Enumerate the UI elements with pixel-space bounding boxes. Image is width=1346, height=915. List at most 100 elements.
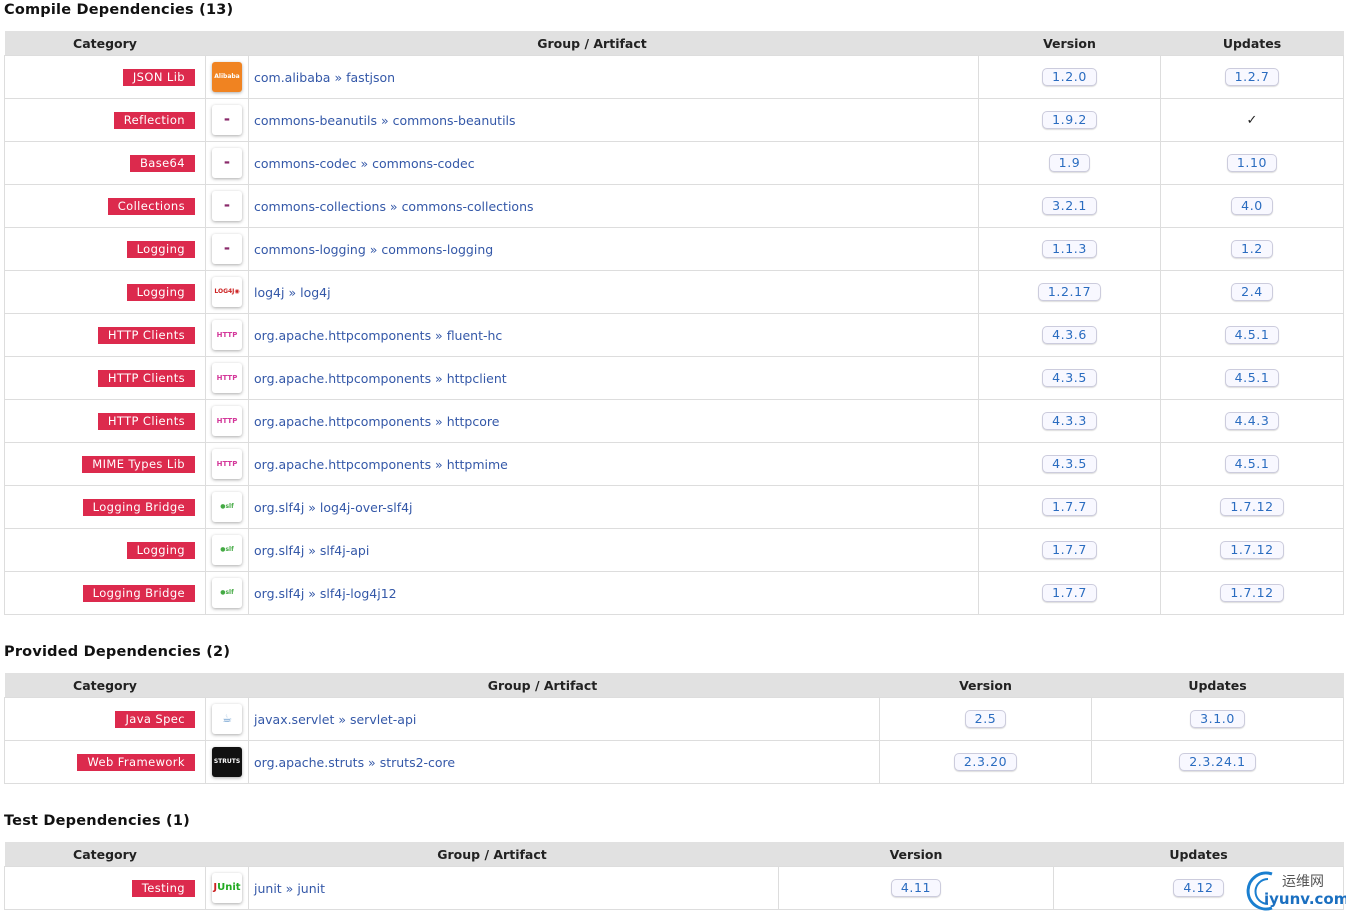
update-version-link[interactable]: 1.7.12: [1220, 541, 1284, 559]
group-link[interactable]: commons-logging: [254, 242, 366, 257]
group-link[interactable]: commons-collections: [254, 199, 386, 214]
version-link[interactable]: 1.9.2: [1042, 111, 1097, 129]
category-badge[interactable]: MIME Types Lib: [82, 455, 195, 473]
http-logo-icon[interactable]: HTTP: [205, 313, 249, 357]
category-badge[interactable]: Logging: [126, 283, 195, 301]
group-link[interactable]: org.apache.httpcomponents: [254, 457, 431, 472]
category-badge[interactable]: JSON Lib: [122, 68, 195, 86]
update-version-link[interactable]: 2.3.24.1: [1179, 753, 1256, 771]
update-version-link[interactable]: 4.4.3: [1224, 412, 1280, 430]
update-version-link[interactable]: 1.10: [1226, 154, 1278, 172]
apache-logo-icon[interactable]: ▬: [205, 184, 249, 228]
category-badge[interactable]: HTTP Clients: [97, 412, 195, 430]
version-link[interactable]: 1.7.7: [1042, 498, 1097, 516]
http-logo-icon[interactable]: HTTP: [205, 356, 249, 400]
update-version-link[interactable]: 1.2.7: [1224, 68, 1280, 86]
group-link[interactable]: commons-beanutils: [254, 113, 377, 128]
update-version-link[interactable]: 4.12: [1173, 879, 1224, 897]
update-version-link[interactable]: 2.4: [1231, 283, 1273, 301]
struts-logo-icon[interactable]: STRUTS: [205, 740, 249, 784]
artifact-link[interactable]: httpmime: [447, 457, 508, 472]
artifact-link[interactable]: commons-collections: [402, 199, 534, 214]
section-title: Provided Dependencies (2): [4, 644, 231, 660]
category-badge[interactable]: Java Spec: [115, 710, 195, 728]
group-link[interactable]: junit: [254, 881, 282, 896]
artifact-link[interactable]: junit: [297, 881, 325, 896]
group-link[interactable]: commons-codec: [254, 156, 356, 171]
category-badge[interactable]: Reflection: [113, 111, 195, 129]
apache-logo-icon[interactable]: ▬: [205, 227, 249, 271]
update-version-link[interactable]: 1.7.12: [1220, 584, 1284, 602]
category-badge[interactable]: Logging: [126, 240, 195, 258]
artifact-link[interactable]: commons-logging: [381, 242, 493, 257]
update-version-link[interactable]: 1.7.12: [1220, 498, 1284, 516]
junit-logo-icon[interactable]: JUnit: [205, 866, 249, 910]
category-badge[interactable]: HTTP Clients: [97, 326, 195, 344]
version-link[interactable]: 1.2.17: [1037, 283, 1102, 301]
artifact-link[interactable]: fastjson: [346, 70, 395, 85]
group-link[interactable]: com.alibaba: [254, 70, 330, 85]
group-link[interactable]: javax.servlet: [254, 712, 334, 727]
alibaba-logo-icon[interactable]: Alibaba: [205, 55, 249, 99]
category-badge[interactable]: Testing: [131, 879, 195, 897]
artifact-link[interactable]: commons-codec: [372, 156, 474, 171]
update-version-link[interactable]: 4.5.1: [1224, 326, 1280, 344]
group-link[interactable]: org.slf4j: [254, 586, 304, 601]
version-link[interactable]: 1.1.3: [1042, 240, 1097, 258]
artifact-link[interactable]: struts2-core: [380, 755, 455, 770]
version-link[interactable]: 2.5: [964, 710, 1007, 728]
version-link[interactable]: 4.3.6: [1042, 326, 1097, 344]
slf4j-logo-icon[interactable]: ●slf: [205, 571, 249, 615]
java-logo-icon[interactable]: ☕: [205, 697, 249, 741]
apache-logo-icon[interactable]: ▬: [205, 141, 249, 185]
group-link[interactable]: org.slf4j: [254, 543, 304, 558]
update-version-link[interactable]: 3.1.0: [1190, 710, 1245, 728]
group-link[interactable]: org.slf4j: [254, 500, 304, 515]
version-link[interactable]: 4.3.3: [1042, 412, 1097, 430]
artifact-link[interactable]: slf4j-api: [320, 543, 369, 558]
slf4j-logo-icon[interactable]: ●slf: [205, 485, 249, 529]
artifact-link[interactable]: commons-beanutils: [393, 113, 516, 128]
category-badge[interactable]: Web Framework: [77, 753, 195, 771]
category-badge[interactable]: Base64: [129, 154, 195, 172]
version-link[interactable]: 1.7.7: [1042, 584, 1097, 602]
group-link[interactable]: org.apache.httpcomponents: [254, 328, 431, 343]
artifact-link[interactable]: log4j-over-slf4j: [320, 500, 413, 515]
version-link[interactable]: 4.3.5: [1042, 455, 1097, 473]
group-link[interactable]: org.apache.httpcomponents: [254, 371, 431, 386]
update-version-link[interactable]: 4.5.1: [1224, 369, 1280, 387]
table-row: Web Framework STRUTS org.apache.struts »…: [4, 740, 1344, 784]
update-version-link[interactable]: 4.5.1: [1224, 455, 1280, 473]
slf4j-logo-icon[interactable]: ●slf: [205, 528, 249, 572]
version-link[interactable]: 1.9: [1048, 154, 1091, 172]
category-badge[interactable]: Collections: [107, 197, 195, 215]
group-link[interactable]: org.apache.httpcomponents: [254, 414, 431, 429]
category-badge[interactable]: HTTP Clients: [97, 369, 195, 387]
artifact-link[interactable]: slf4j-log4j12: [320, 586, 397, 601]
version-link[interactable]: 4.3.5: [1042, 369, 1097, 387]
apache-logo-icon[interactable]: ▬: [205, 98, 249, 142]
http-logo-icon[interactable]: HTTP: [205, 442, 249, 486]
version-link[interactable]: 3.2.1: [1042, 197, 1097, 215]
version-link[interactable]: 4.11: [890, 879, 942, 897]
log4j-logo-icon[interactable]: LOG4J◉: [205, 270, 249, 314]
artifact-link[interactable]: log4j: [300, 285, 330, 300]
artifact-link[interactable]: servlet-api: [350, 712, 416, 727]
update-version-link[interactable]: 1.2: [1231, 240, 1273, 258]
version-link[interactable]: 1.7.7: [1042, 541, 1097, 559]
version-link[interactable]: 2.3.20: [953, 753, 1018, 771]
header-category: Category: [4, 842, 206, 867]
category-badge[interactable]: Logging: [126, 541, 195, 559]
category-badge[interactable]: Logging Bridge: [82, 584, 195, 602]
artifact-link[interactable]: httpcore: [447, 414, 500, 429]
version-link[interactable]: 1.2.0: [1042, 68, 1097, 86]
group-link[interactable]: org.apache.struts: [254, 755, 364, 770]
table-header: Category Group / Artifact Version Updates: [4, 673, 1344, 698]
group-link[interactable]: log4j: [254, 285, 284, 300]
category-badge[interactable]: Logging Bridge: [82, 498, 195, 516]
http-logo-icon[interactable]: HTTP: [205, 399, 249, 443]
update-version-link[interactable]: 4.0: [1231, 197, 1273, 215]
table-header: Category Group / Artifact Version Updates: [4, 31, 1344, 56]
artifact-link[interactable]: httpclient: [447, 371, 507, 386]
artifact-link[interactable]: fluent-hc: [447, 328, 503, 343]
